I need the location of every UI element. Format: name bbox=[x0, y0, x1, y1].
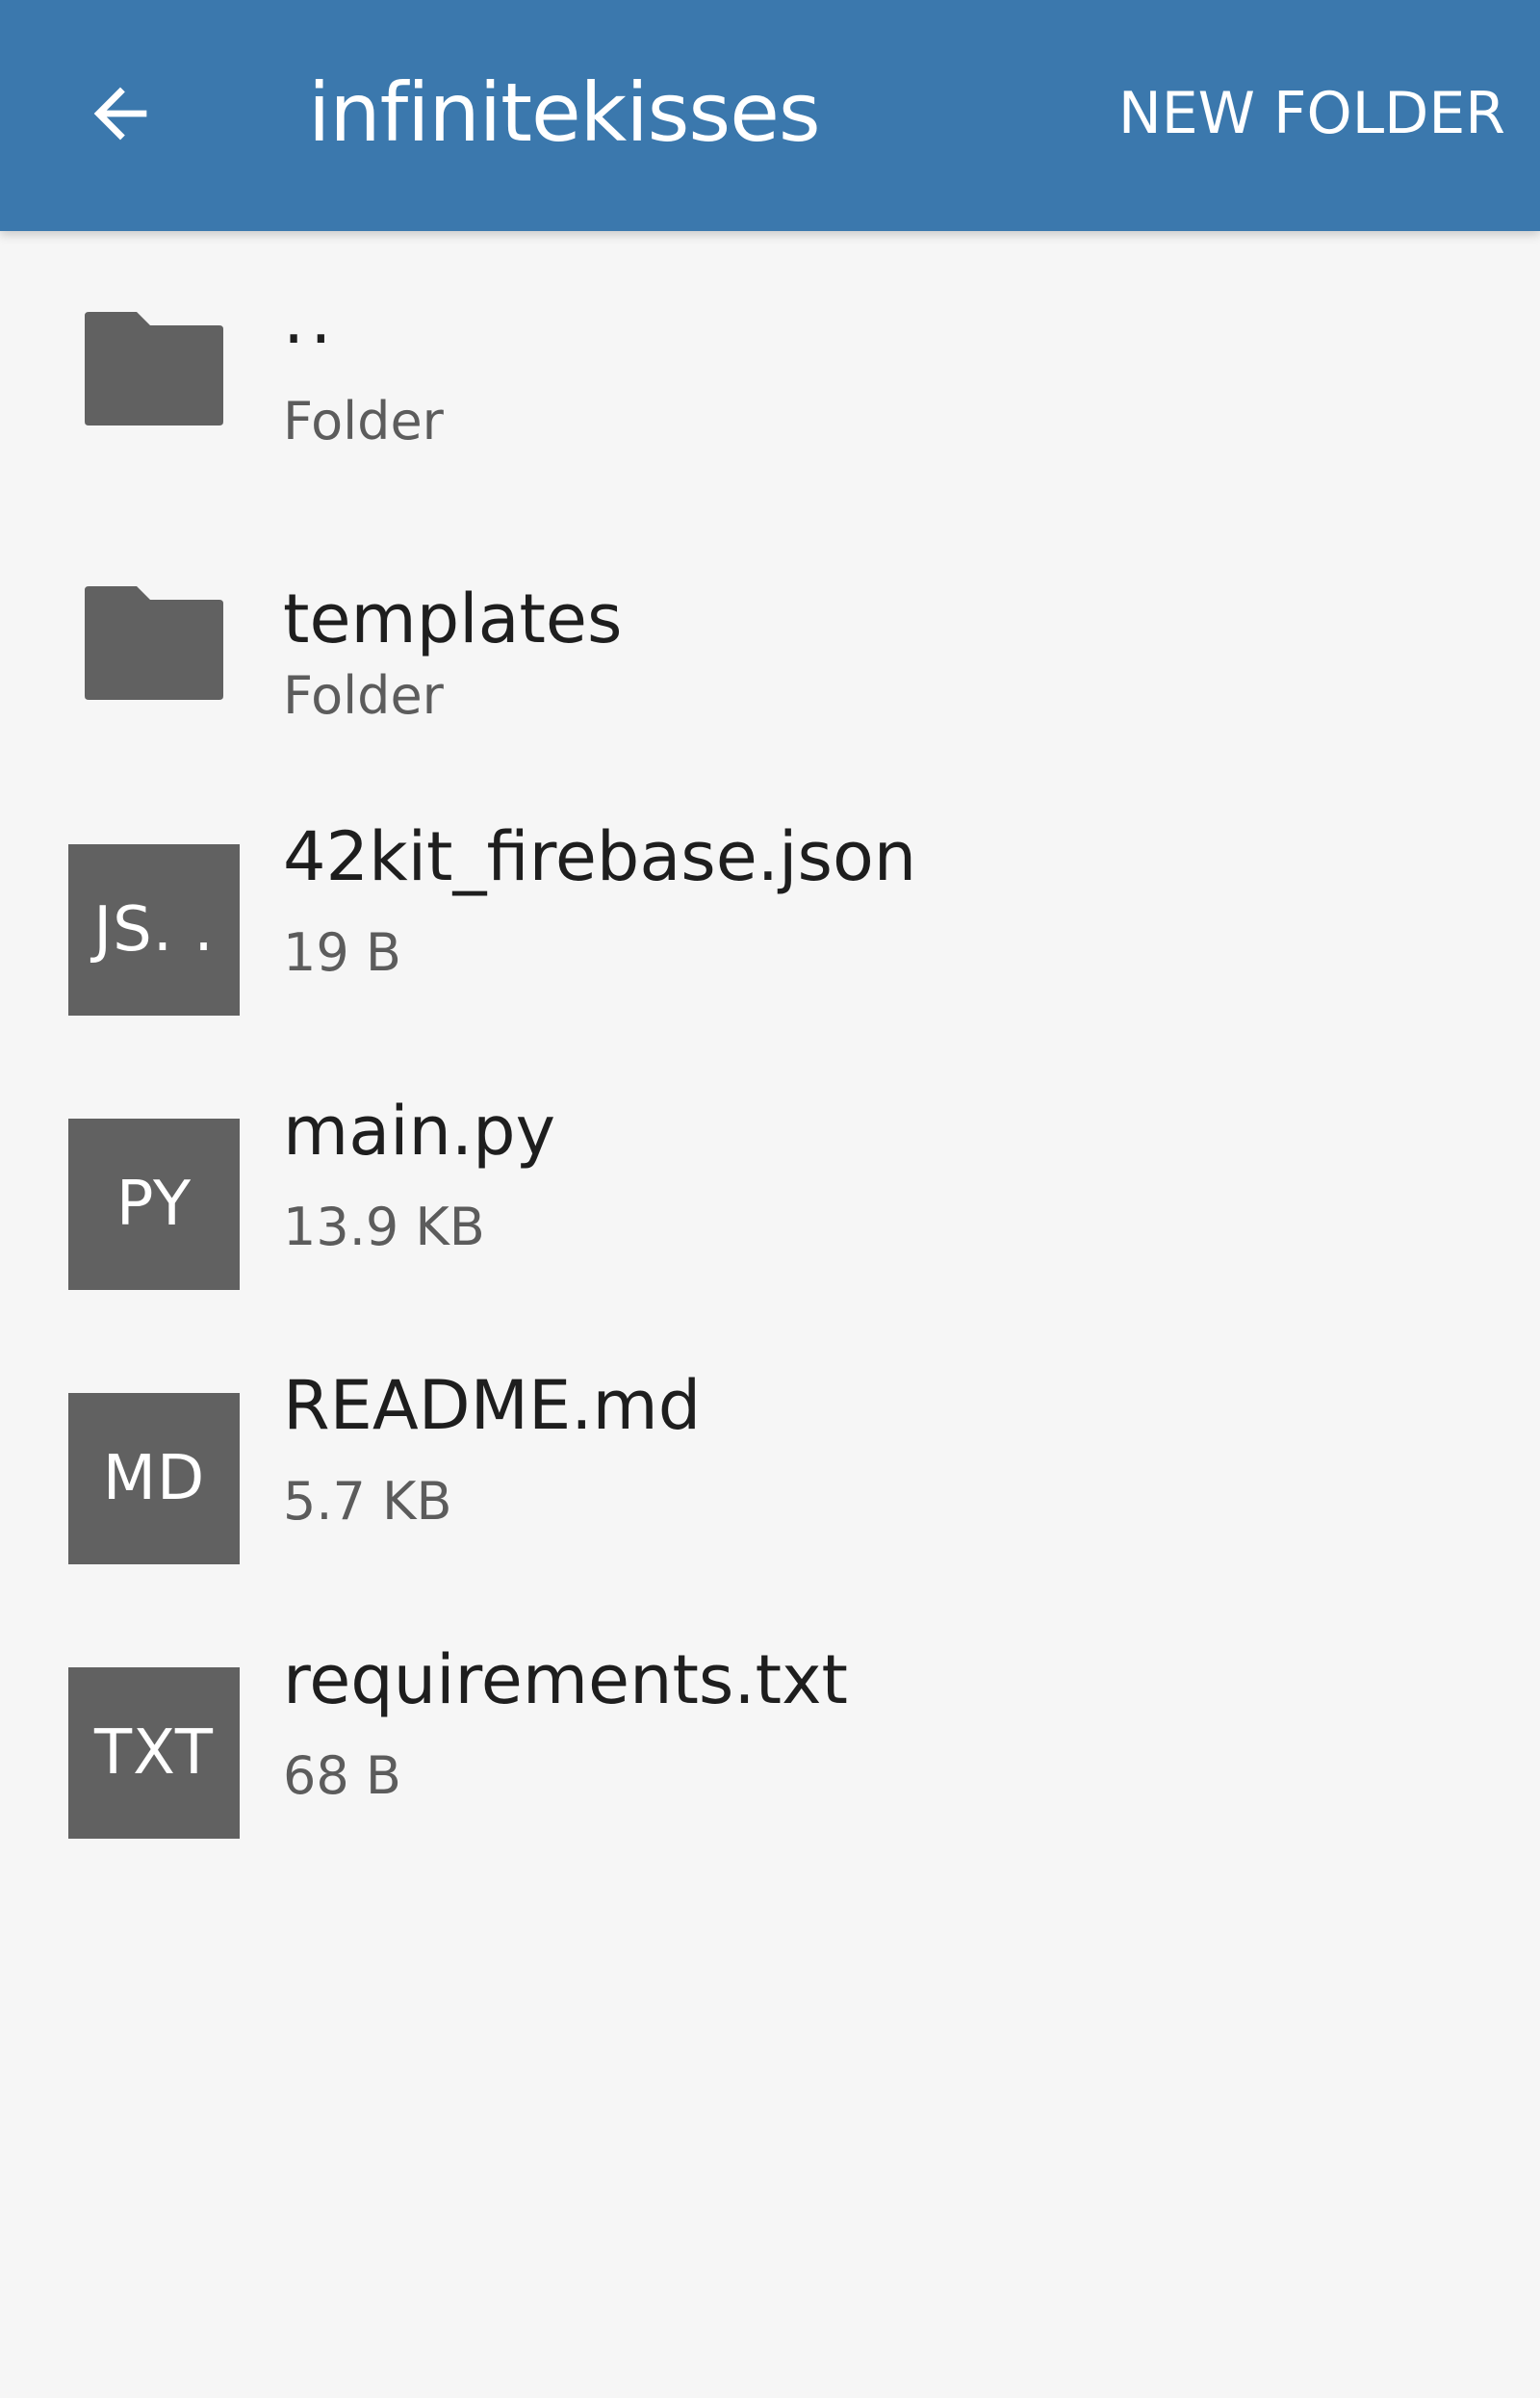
file-type-badge: JS. . bbox=[68, 844, 240, 1016]
folder-icon bbox=[81, 582, 227, 704]
file-type-badge: PY bbox=[68, 1119, 240, 1290]
list-item-main-py[interactable]: PY main.py 13.9 KB bbox=[0, 1054, 1540, 1328]
list-item-readme-md[interactable]: MD README.md 5.7 KB bbox=[0, 1328, 1540, 1603]
file-list: .. Folder templates Folder JS. . 42kit_f… bbox=[0, 231, 1540, 1877]
arrow-left-icon bbox=[93, 87, 147, 140]
item-detail: Folder bbox=[283, 665, 444, 726]
file-type-badge: TXT bbox=[68, 1667, 240, 1839]
item-name: requirements.txt bbox=[283, 1640, 848, 1719]
folder-icon bbox=[81, 308, 227, 429]
folder-title: infinitekisses bbox=[308, 65, 821, 160]
file-type-badge: MD bbox=[68, 1393, 240, 1564]
file-browser-screen: infinitekisses NEW FOLDER .. Folder temp… bbox=[0, 0, 1540, 2398]
item-name: 42kit_firebase.json bbox=[283, 817, 917, 896]
item-name: .. bbox=[283, 280, 338, 359]
list-item-firebase-json[interactable]: JS. . 42kit_firebase.json 19 B bbox=[0, 780, 1540, 1054]
new-folder-button[interactable]: NEW FOLDER bbox=[1118, 65, 1505, 162]
item-name: templates bbox=[283, 580, 623, 658]
list-item-templates[interactable]: templates Folder bbox=[0, 505, 1540, 780]
item-detail: Folder bbox=[283, 391, 444, 451]
app-bar: infinitekisses NEW FOLDER bbox=[0, 0, 1540, 231]
back-button[interactable] bbox=[67, 58, 173, 168]
item-size: 5.7 KB bbox=[283, 1471, 452, 1532]
item-name: README.md bbox=[283, 1366, 702, 1445]
item-size: 19 B bbox=[283, 922, 401, 983]
list-item-requirements-txt[interactable]: TXT requirements.txt 68 B bbox=[0, 1603, 1540, 1877]
item-name: main.py bbox=[283, 1092, 556, 1171]
item-size: 13.9 KB bbox=[283, 1197, 485, 1257]
item-size: 68 B bbox=[283, 1745, 401, 1806]
list-item-parent-folder[interactable]: .. Folder bbox=[0, 231, 1540, 505]
